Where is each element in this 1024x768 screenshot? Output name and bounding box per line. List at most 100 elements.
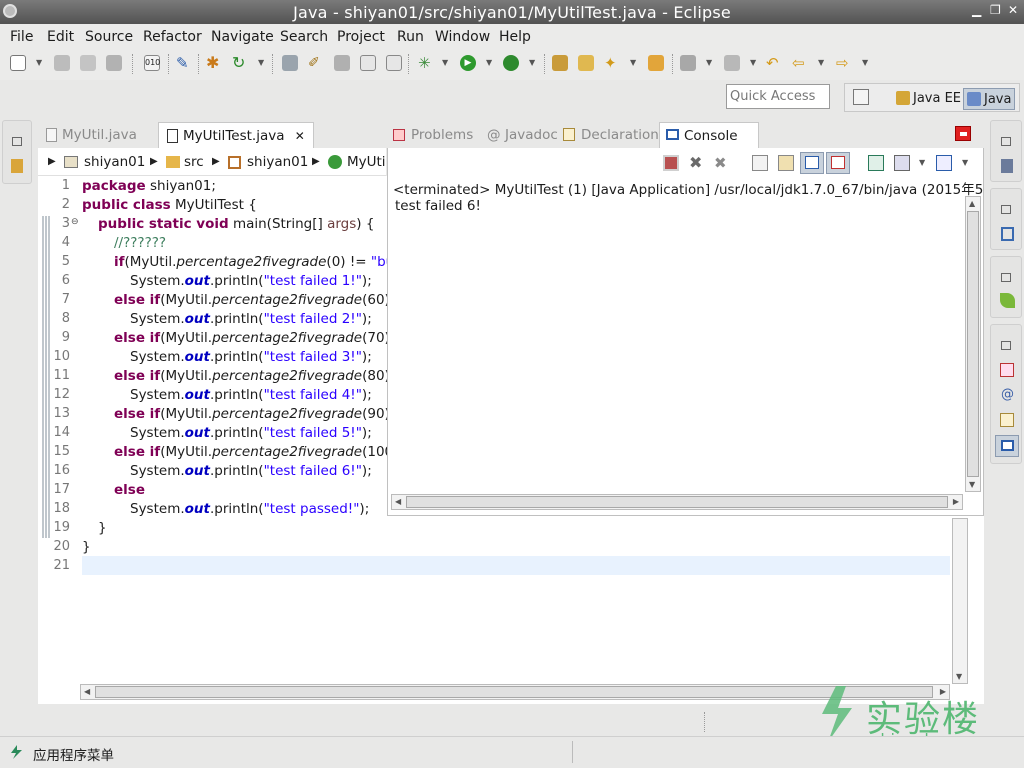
perspective-java-ee-button[interactable]: Java EE — [893, 88, 964, 110]
debug-icon[interactable]: ✳ — [418, 55, 434, 71]
restore-icon[interactable] — [12, 137, 22, 146]
menu-search[interactable]: Search — [280, 29, 328, 45]
last-edit-icon[interactable]: ↶ — [766, 55, 782, 71]
menu-navigate[interactable]: Navigate — [211, 29, 274, 45]
chevron-right-icon: ▶ — [312, 156, 320, 167]
remove-launch-icon[interactable]: ✖ — [689, 155, 705, 171]
code-line: System.out.println("test failed 5!"); — [130, 425, 372, 441]
scroll-left-icon[interactable]: ◀ — [84, 687, 90, 696]
forward-icon[interactable]: ⇨ — [836, 55, 852, 71]
clear-console-icon[interactable] — [752, 155, 768, 171]
open-perspective-icon[interactable] — [853, 89, 869, 105]
menu-run[interactable]: Run — [397, 29, 424, 45]
open-type-icon[interactable] — [282, 55, 298, 71]
package-explorer-icon[interactable] — [11, 159, 23, 173]
quick-access-input[interactable]: Quick Access — [726, 84, 830, 109]
scroll-down-icon[interactable]: ▼ — [956, 672, 962, 681]
menu-project[interactable]: Project — [337, 29, 385, 45]
tab-myutil-java[interactable]: MyUtil.java — [38, 122, 145, 148]
display-console-icon[interactable] — [894, 155, 910, 171]
pin-icon[interactable]: ✎ — [176, 55, 192, 71]
back-icon[interactable]: ⇦ — [792, 55, 808, 71]
menu-window[interactable]: Window — [435, 29, 490, 45]
app-menu-icon[interactable] — [10, 745, 24, 759]
restore-icon[interactable] — [1001, 205, 1011, 214]
mark-icon[interactable] — [334, 55, 350, 71]
scroll-thumb[interactable] — [406, 496, 948, 508]
save-icon[interactable] — [54, 55, 70, 71]
breadcrumb-project[interactable]: shiyan01 — [84, 154, 145, 170]
task-folder-icon[interactable] — [648, 55, 664, 71]
new-file-icon[interactable] — [10, 55, 26, 71]
project-icon — [64, 156, 78, 168]
perspective-java-button[interactable]: Java — [963, 88, 1016, 110]
scroll-lock-icon[interactable] — [778, 155, 794, 171]
package-icon — [228, 156, 241, 169]
restore-view-icon[interactable] — [955, 126, 971, 141]
run-icon[interactable]: ▶ — [460, 55, 476, 71]
toggle-block-icon[interactable] — [360, 55, 376, 71]
console-horizontal-scrollbar[interactable]: ◀ ▶ — [391, 494, 963, 510]
javadoc-icon[interactable]: @ — [1001, 387, 1014, 402]
next-annotation-icon[interactable] — [680, 55, 696, 71]
close-tab-icon[interactable]: ✕ — [295, 129, 305, 143]
save-all-icon[interactable] — [80, 55, 96, 71]
restore-icon[interactable] — [1001, 273, 1011, 282]
menu-refactor[interactable]: Refactor — [143, 29, 202, 45]
tab-myutiltest-java[interactable]: MyUtilTest.java ✕ — [158, 122, 314, 148]
show-on-stderr-button[interactable] — [826, 152, 850, 174]
scroll-thumb[interactable] — [967, 211, 979, 477]
remove-all-launches-icon[interactable]: ✖ — [714, 155, 730, 171]
breadcrumb-package[interactable]: shiyan01 — [247, 154, 308, 170]
spring-icon[interactable] — [1000, 293, 1015, 308]
chevron-down-icon[interactable]: ▼ — [36, 58, 42, 67]
editor-vertical-scrollbar[interactable]: ▼ — [952, 518, 968, 684]
scroll-left-icon[interactable]: ◀ — [395, 497, 401, 506]
tab-console[interactable]: Console ✕ — [659, 122, 759, 159]
print-icon[interactable] — [106, 55, 122, 71]
restore-window-icon[interactable]: ❐ — [990, 3, 1001, 17]
tab-problems[interactable]: Problems — [387, 122, 479, 148]
open-folder-icon[interactable] — [578, 55, 594, 71]
breadcrumb-src[interactable]: src — [184, 154, 204, 170]
open-project-icon[interactable] — [552, 55, 568, 71]
console-icon — [666, 129, 679, 140]
outline-icon[interactable] — [1001, 227, 1014, 241]
task-list-icon[interactable] — [1001, 159, 1013, 173]
menu-source[interactable]: Source — [85, 29, 133, 45]
show-on-stdout-button[interactable] — [800, 152, 824, 174]
breadcrumb-class[interactable]: MyUti — [347, 154, 386, 170]
new-class-icon[interactable]: ↻ — [232, 55, 248, 71]
problems-icon[interactable] — [1000, 363, 1014, 377]
declaration-icon — [563, 128, 575, 141]
app-menu-label[interactable]: 应用程序菜单 — [33, 744, 114, 764]
close-window-icon[interactable]: ✕ — [1008, 3, 1018, 17]
brush-icon[interactable]: ✐ — [308, 55, 324, 71]
console-trim-button[interactable] — [995, 435, 1019, 457]
menu-edit[interactable]: Edit — [47, 29, 74, 45]
new-package-icon[interactable]: ✱ — [206, 55, 222, 71]
fold-collapse-icon[interactable]: ⊖ — [71, 217, 79, 227]
pin-console-icon[interactable] — [868, 155, 884, 171]
restore-icon[interactable] — [1001, 137, 1011, 146]
console-vertical-scrollbar[interactable]: ▲ ▼ — [965, 196, 981, 492]
menu-file[interactable]: File — [10, 29, 33, 45]
open-console-icon[interactable] — [936, 155, 952, 171]
declaration-icon[interactable] — [1000, 413, 1014, 427]
binary-icon[interactable]: 010 — [144, 55, 160, 71]
scroll-thumb[interactable] — [95, 686, 933, 698]
tab-declaration[interactable]: Declaration — [557, 122, 665, 148]
shiyanlou-logo — [818, 684, 858, 744]
scroll-down-icon[interactable]: ▼ — [969, 480, 975, 489]
scroll-right-icon[interactable]: ▶ — [953, 497, 959, 506]
tab-javadoc[interactable]: @ Javadoc — [481, 122, 564, 148]
show-whitespace-icon[interactable] — [386, 55, 402, 71]
wand-icon[interactable]: ✦ — [604, 55, 620, 71]
restore-icon[interactable] — [1001, 341, 1011, 350]
terminate-icon[interactable] — [663, 155, 679, 171]
run-external-tools-icon[interactable] — [503, 55, 519, 71]
minimize-window-icon[interactable]: ▁ — [972, 3, 981, 17]
prev-annotation-icon[interactable] — [724, 55, 740, 71]
menu-help[interactable]: Help — [499, 29, 531, 45]
scroll-up-icon[interactable]: ▲ — [969, 199, 975, 208]
